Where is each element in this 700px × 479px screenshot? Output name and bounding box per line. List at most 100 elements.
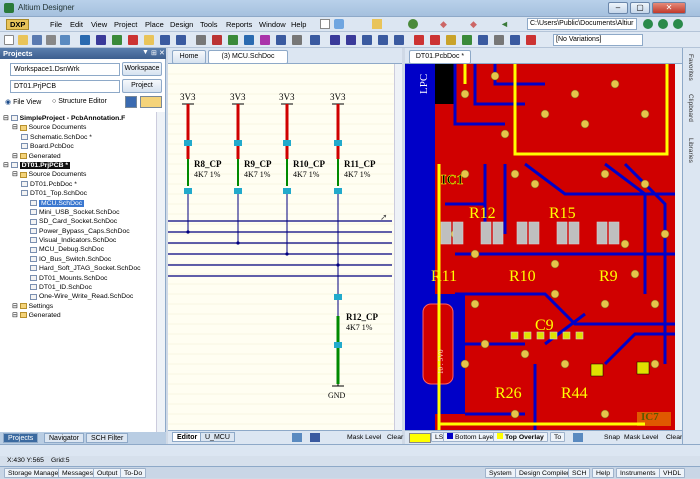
clipboard-tab[interactable]: Clipboard: [687, 94, 694, 122]
libraries-tab[interactable]: Libraries: [687, 138, 694, 163]
resistor-designator[interactable]: R9_CP: [244, 159, 272, 169]
tree-item[interactable]: DT01_Top.SchDoc: [3, 189, 163, 198]
pcb-vertical-scrollbar[interactable]: [675, 64, 682, 430]
via[interactable]: [470, 299, 480, 309]
via[interactable]: [560, 359, 570, 369]
via[interactable]: [550, 259, 560, 269]
layer-top-overlay[interactable]: Top Overlay: [493, 432, 548, 442]
expand-icon[interactable]: ⊟: [12, 171, 20, 178]
via[interactable]: [640, 109, 650, 119]
resistor-designator[interactable]: R11_CP: [344, 159, 376, 169]
menu-reports[interactable]: Reports: [226, 20, 252, 29]
smd-pad[interactable]: [440, 221, 452, 245]
via[interactable]: [510, 169, 520, 179]
pcb-r44-label[interactable]: R44: [561, 385, 588, 402]
smd-pad[interactable]: [528, 221, 540, 245]
back-nav-icon[interactable]: [658, 19, 668, 29]
print-icon[interactable]: [46, 35, 56, 45]
panel-pin-icon[interactable]: ⊞: [151, 49, 157, 57]
todo-button[interactable]: To-Do: [120, 468, 147, 478]
new-doc-icon[interactable]: [320, 19, 330, 29]
pcb-mask-level[interactable]: Mask Level: [621, 433, 661, 443]
pad-icon[interactable]: [414, 35, 424, 45]
document-path-field[interactable]: C:\Users\Public\Documents\Altiur: [527, 18, 637, 30]
tree-item[interactable]: MCU_Debug.SchDoc: [3, 245, 163, 254]
pcb-snap[interactable]: Snap: [601, 433, 623, 443]
tab-sch-filter[interactable]: SCH Filter: [86, 433, 129, 443]
tree-item[interactable]: Board.PcbDoc: [3, 142, 163, 151]
tree-item[interactable]: ⊟ Source Documents: [3, 170, 163, 179]
interactive-route-icon[interactable]: [362, 35, 372, 45]
close-button[interactable]: ✕: [652, 2, 686, 14]
vhdl-button[interactable]: VHDL: [659, 468, 686, 478]
pcb-ic1-label[interactable]: IC1: [441, 173, 464, 189]
menu-view[interactable]: View: [91, 20, 107, 29]
menu-edit[interactable]: Edit: [70, 20, 83, 29]
pcb-c9-label[interactable]: C9: [535, 317, 554, 334]
dimension-icon[interactable]: [510, 35, 520, 45]
sch-clear[interactable]: Clear: [384, 433, 406, 443]
layer-top[interactable]: To: [550, 432, 566, 442]
panel-close-icon[interactable]: ✕: [159, 49, 165, 57]
via[interactable]: [550, 289, 560, 299]
via[interactable]: [500, 129, 510, 139]
menu-place[interactable]: Place: [145, 20, 164, 29]
track-icon[interactable]: [330, 35, 340, 45]
via-icon[interactable]: [430, 35, 440, 45]
tree-item[interactable]: DT01.PcbDoc *: [3, 180, 163, 189]
capacitor-pad[interactable]: [562, 331, 571, 340]
undo-icon[interactable]: [144, 35, 154, 45]
smd-pad[interactable]: [608, 221, 620, 245]
tree-item[interactable]: ⊟ DT01.PrjPCB *: [3, 161, 163, 170]
design-compiler-button[interactable]: Design Compiler: [515, 468, 574, 478]
storage-manager-button[interactable]: Storage Manager: [4, 468, 65, 478]
pcb-r11-label[interactable]: R11: [431, 268, 457, 285]
tree-item[interactable]: ⊟ Generated: [3, 311, 163, 320]
sch-vertical-scrollbar[interactable]: [394, 64, 402, 430]
instruments-button[interactable]: Instruments: [616, 468, 660, 478]
expand-icon[interactable]: ⊟: [3, 162, 11, 169]
port-icon[interactable]: [260, 35, 270, 45]
variation-select[interactable]: [No Variations]: [553, 34, 643, 46]
sch-brush-icon[interactable]: [310, 433, 320, 442]
smd-pad[interactable]: [480, 221, 492, 245]
pcb-r10-label[interactable]: R10: [509, 268, 536, 285]
via[interactable]: [650, 359, 660, 369]
smd-pad[interactable]: [556, 221, 568, 245]
net-label-icon[interactable]: [196, 35, 206, 45]
back-icon[interactable]: ◄: [500, 19, 509, 29]
expand-icon[interactable]: ⊟: [3, 115, 11, 122]
expand-icon[interactable]: ⊟: [12, 124, 20, 131]
tree-item[interactable]: One-Wire_Write_Read.SchDoc: [3, 292, 163, 301]
dxp-menu[interactable]: DXP: [6, 19, 30, 30]
file-view-radio[interactable]: ◉ File View: [5, 98, 41, 106]
smd-pad[interactable]: [596, 221, 608, 245]
editor-tab[interactable]: Editor: [172, 432, 203, 442]
power-port-icon[interactable]: [212, 35, 222, 45]
output-button[interactable]: Output: [93, 468, 122, 478]
forward-nav-icon[interactable]: [673, 19, 683, 29]
tree-item[interactable]: MCU.SchDoc: [3, 199, 163, 208]
go-icon[interactable]: [643, 19, 653, 29]
smd-pad[interactable]: [568, 221, 580, 245]
wire-icon[interactable]: [160, 35, 170, 45]
r12-designator[interactable]: R12_CP: [346, 312, 378, 322]
tree-item[interactable]: IO_Bus_Switch.SchDoc: [3, 255, 163, 264]
tab-projects[interactable]: Projects: [3, 433, 39, 443]
sch-filter-icon[interactable]: [292, 433, 302, 442]
menu-tools[interactable]: Tools: [200, 20, 218, 29]
mcu-schdoc-tab[interactable]: (3) MCU.SchDoc: [208, 50, 288, 64]
via[interactable]: [520, 349, 530, 359]
pcb-r9-label[interactable]: R9: [599, 268, 618, 285]
project-field[interactable]: DT01.PrjPCB: [10, 80, 120, 93]
globe-icon[interactable]: [408, 19, 418, 29]
rule-icon[interactable]: [526, 35, 536, 45]
tree-item[interactable]: Schematic.SchDoc *: [3, 133, 163, 142]
tree-item[interactable]: Power_Bypass_Caps.SchDoc: [3, 227, 163, 236]
tree-item[interactable]: DT01_ID.SchDoc: [3, 283, 163, 292]
tree-item[interactable]: DT01_Mounts.SchDoc: [3, 274, 163, 283]
via[interactable]: [600, 299, 610, 309]
cross-probe-icon[interactable]: [96, 35, 106, 45]
via[interactable]: [610, 79, 620, 89]
pcb-r12-label[interactable]: R12: [469, 205, 496, 222]
